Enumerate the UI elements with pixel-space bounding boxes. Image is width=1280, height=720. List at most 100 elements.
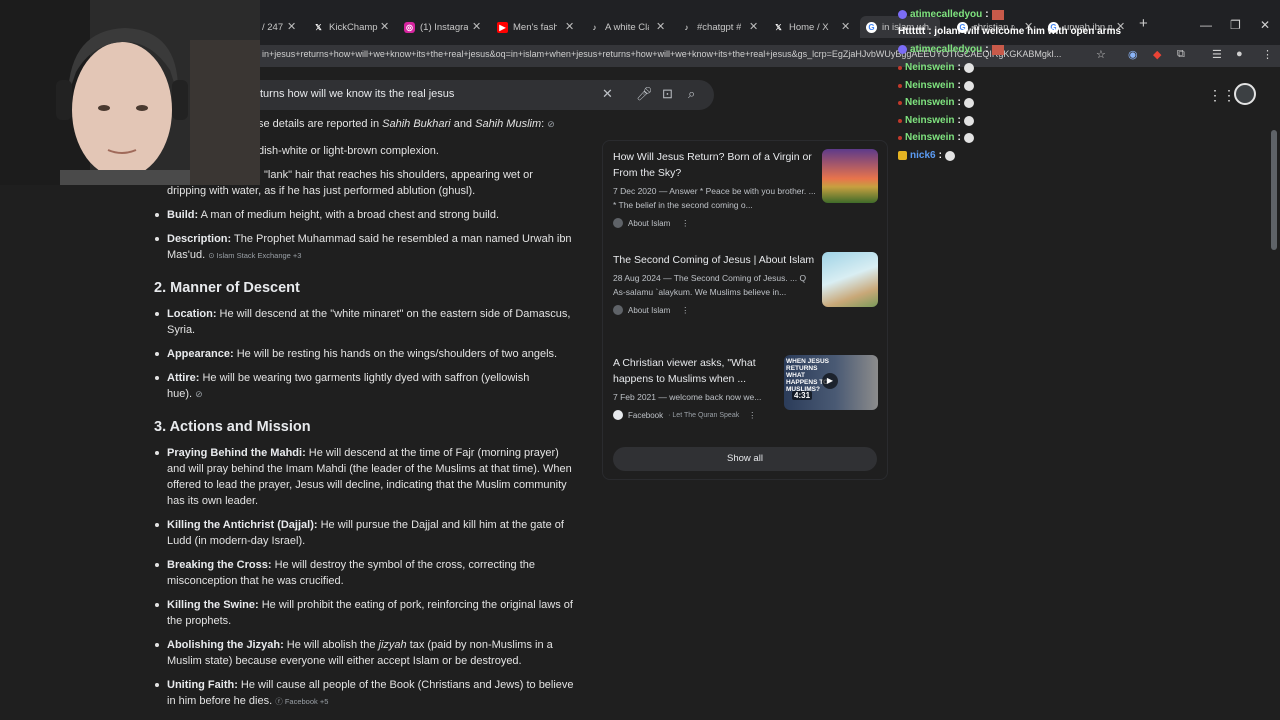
bullet xyxy=(155,312,159,316)
browser-tab[interactable]: 𝕏 Home / X xyxy=(773,16,835,38)
search-bar[interactable]: turns how will we know its the real jesu… xyxy=(240,80,714,110)
emote-icon xyxy=(991,44,1004,55)
x-logo-icon: 𝕏 xyxy=(315,22,322,32)
bullet xyxy=(155,563,159,567)
stream-chat-overlay: atimecalledyou: Htttttt: jolani will wel… xyxy=(898,0,1158,170)
bullet xyxy=(155,376,159,380)
browser-tab[interactable]: ▶Men's fashio xyxy=(497,16,557,38)
complexion-text: dish-white or light-brown complexion. xyxy=(258,145,439,157)
source-card[interactable]: How Will Jesus Return? Born of a Virgin … xyxy=(613,149,879,228)
list-item-build: Build: A man of medium height, with a br… xyxy=(167,209,500,221)
source-title[interactable]: How Will Jesus Return? Born of a Virgin … xyxy=(613,149,818,181)
minimize-icon[interactable]: — xyxy=(1200,18,1212,32)
source-snippet: 28 Aug 2024 — The Second Coming of Jesus… xyxy=(613,273,807,297)
chat-badge-icon xyxy=(898,10,907,19)
link-icon[interactable]: ⊘ xyxy=(547,119,555,129)
video-duration: 4:31 xyxy=(792,391,813,400)
x-logo-icon: 𝕏 xyxy=(775,22,782,32)
facebook-icon xyxy=(613,410,623,420)
emote-icon xyxy=(944,150,955,161)
more-options-icon[interactable]: ⋮ xyxy=(681,219,689,228)
source-site: Facebook · Let The Quran Speak ⋮ xyxy=(613,410,781,420)
chat-message: Neinswein: xyxy=(898,97,974,108)
source-card[interactable]: The Second Coming of Jesus | About Islam… xyxy=(613,252,879,315)
apps-grid-icon[interactable]: ⋮⋮ xyxy=(1208,87,1236,104)
tiktok-icon: ♪ xyxy=(684,22,689,32)
source-title[interactable]: A Christian viewer asks, "What happens t… xyxy=(613,355,781,387)
streamer-webcam xyxy=(0,0,260,185)
lens-icon[interactable]: ⊡ xyxy=(662,86,673,102)
search-input[interactable]: turns how will we know its the real jesu… xyxy=(260,88,454,100)
list-item-jizyah: Abolishing the Jizyah: He will abolish t… xyxy=(167,639,553,651)
video-thumbnail[interactable]: WHEN JESUS RETURNS WHAT HAPPENS TO MUSLI… xyxy=(784,355,878,410)
mic-icon[interactable]: 🎤︎ xyxy=(636,86,653,102)
webcam-image xyxy=(0,0,260,185)
list-item-faith: Uniting Faith: He will cause all people … xyxy=(167,679,574,691)
close-tab-icon[interactable]: ✕ xyxy=(565,20,574,33)
browser-tab[interactable]: ◎(1) Instagram xyxy=(404,16,468,38)
source-chip[interactable]: ⓕ Facebook +5 xyxy=(275,697,328,706)
browser-tab[interactable]: 𝕏 KickChamp xyxy=(313,16,385,38)
chat-message: Neinswein: xyxy=(898,132,974,143)
chat-badge-icon xyxy=(898,135,902,140)
puzzle-icon[interactable]: ⧉ xyxy=(1177,48,1185,61)
list-item-description: Description: The Prophet Muhammad said h… xyxy=(167,233,572,245)
bullet xyxy=(155,523,159,527)
chat-badge-icon xyxy=(898,151,907,160)
menu-dots-icon[interactable]: ⋮ xyxy=(1262,48,1273,61)
section-heading: 3. Actions and Mission xyxy=(154,419,311,435)
source-card[interactable]: A Christian viewer asks, "What happens t… xyxy=(613,355,879,420)
profile-icon[interactable]: ● xyxy=(1236,48,1243,60)
section-heading: 2. Manner of Descent xyxy=(154,280,300,296)
list-item-cross: Breaking the Cross: He will destroy the … xyxy=(167,559,536,571)
tiktok-icon: ♪ xyxy=(592,22,597,32)
list-item-praying-4: has its own leader. xyxy=(167,495,259,507)
close-tab-icon[interactable]: ✕ xyxy=(656,20,665,33)
source-title[interactable]: The Second Coming of Jesus | About Islam xyxy=(613,252,818,268)
more-options-icon[interactable]: ⋮ xyxy=(681,306,689,315)
chat-message: Neinswein: xyxy=(898,62,974,73)
browser-tab[interactable]: ♪ A white Cla xyxy=(589,16,650,38)
sidebar-icon[interactable]: ☰ xyxy=(1212,48,1222,61)
list-item-location-2: Syria. xyxy=(167,324,196,336)
close-tab-icon[interactable]: ✕ xyxy=(287,20,296,33)
chat-badge-icon xyxy=(898,100,902,105)
restore-icon[interactable]: ❐ xyxy=(1230,18,1241,32)
close-tab-icon[interactable]: ✕ xyxy=(749,20,758,33)
chat-message: atimecalledyou: xyxy=(898,44,1004,55)
source-thumbnail[interactable] xyxy=(822,252,878,307)
emote-icon xyxy=(963,62,974,73)
list-item-antichrist: Killing the Antichrist (Dajjal): He will… xyxy=(167,519,564,531)
emote-icon xyxy=(963,132,974,143)
close-tab-icon[interactable]: ✕ xyxy=(380,20,389,33)
list-item-location: Location: He will descend at the "white … xyxy=(167,308,571,320)
page-scrollbar[interactable] xyxy=(1271,130,1277,250)
close-tab-icon[interactable]: ✕ xyxy=(472,20,481,33)
list-item-faith-2: in him before he dies. ⓕ Facebook +5 xyxy=(167,695,329,707)
source-thumbnail[interactable] xyxy=(822,149,878,203)
play-icon[interactable]: ▶ xyxy=(822,373,838,389)
bullet xyxy=(155,213,159,217)
link-icon[interactable]: ⊘ xyxy=(195,389,203,399)
source-snippet: 7 Feb 2021 — welcome back now we... xyxy=(613,392,762,402)
source-chip[interactable]: ⊙ Islam Stack Exchange +3 xyxy=(208,251,301,260)
more-options-icon[interactable]: ⋮ xyxy=(748,411,756,420)
list-item-antichrist-2: Ludd (in modern-day Israel). xyxy=(167,535,306,547)
bullet xyxy=(155,643,159,647)
list-item-jizyah-2: Muslim state) because everyone will eith… xyxy=(167,655,522,667)
emote-icon xyxy=(991,9,1004,20)
show-all-button[interactable]: Show all xyxy=(613,447,877,471)
list-item-appearance: Appearance: He will be resting his hands… xyxy=(167,348,558,360)
browser-tab[interactable]: ♪#chatgpt #a xyxy=(681,16,742,38)
chat-message: Htttttt: jolani will welcome him with op… xyxy=(898,26,1122,37)
close-window-icon[interactable]: ✕ xyxy=(1260,18,1270,32)
account-avatar[interactable] xyxy=(1234,83,1256,105)
search-icon[interactable]: ⌕ xyxy=(688,86,695,102)
source-note: se details are reported in Sahih Bukhari… xyxy=(258,118,555,130)
list-item-swine: Killing the Swine: He will prohibit the … xyxy=(167,599,573,611)
chat-badge-icon xyxy=(898,83,902,88)
emote-icon xyxy=(963,97,974,108)
site-favicon-icon xyxy=(613,218,623,228)
clear-icon[interactable]: ✕ xyxy=(602,86,613,102)
close-tab-icon[interactable]: ✕ xyxy=(841,20,850,33)
